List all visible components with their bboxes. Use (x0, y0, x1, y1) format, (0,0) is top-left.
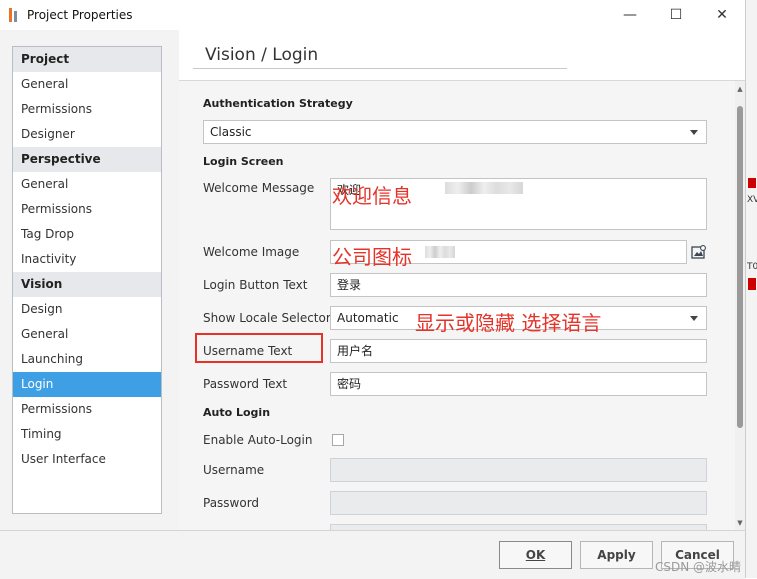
login-button-text-value: 登录 (337, 278, 362, 292)
minimize-button[interactable]: — (607, 0, 653, 30)
background-marker (748, 178, 756, 188)
sidebar-item-vision-timing[interactable]: Timing (13, 422, 161, 447)
content-area: Vision / Login Authentication Strategy C… (179, 30, 745, 531)
scroll-down-icon[interactable]: ▼ (735, 517, 745, 529)
enable-auto-login-label: Enable Auto-Login (203, 433, 313, 447)
password-text-label: Password Text (203, 377, 288, 391)
image-picker-icon[interactable] (691, 244, 707, 260)
sidebar-item-vision-design[interactable]: Design (13, 297, 161, 322)
title-divider (193, 68, 567, 69)
sidebar-item-vision-user-interface[interactable]: User Interface (13, 447, 161, 472)
title-bar: Project Properties — ☐ ✕ (0, 0, 745, 30)
username-label: Username (203, 463, 265, 477)
sidebar-item-perspective-inactivity[interactable]: Inactivity (13, 247, 161, 272)
background-text: XV (747, 195, 757, 205)
apply-button[interactable]: Apply (580, 541, 653, 569)
annotation-locale-selector: 显示或隐藏 选择语言 (415, 311, 602, 335)
app-icon (7, 8, 21, 22)
panel-scrollbar[interactable]: ▲ ▼ (735, 81, 745, 531)
password-text-value: 密码 (337, 377, 362, 391)
scroll-up-icon[interactable]: ▲ (735, 83, 745, 95)
group-authentication-strategy: Authentication Strategy (203, 97, 353, 110)
ok-button-label: OK (525, 548, 546, 562)
close-button[interactable]: ✕ (699, 0, 745, 30)
sidebar-item-perspective-tag-drop[interactable]: Tag Drop (13, 222, 161, 247)
sidebar-item-project-designer[interactable]: Designer (13, 122, 161, 147)
sidebar-item-project-general[interactable]: General (13, 72, 161, 97)
page-title: Vision / Login (205, 45, 319, 65)
password-text-field[interactable]: 密码 (330, 372, 707, 396)
group-auto-login: Auto Login (203, 406, 271, 419)
sidebar-item-vision-general[interactable]: General (13, 322, 161, 347)
auth-strategy-select[interactable]: Classic (203, 120, 707, 144)
welcome-image-label: Welcome Image (203, 245, 300, 259)
sidebar-section-vision: Vision (13, 272, 161, 297)
show-locale-selector-value: Automatic (337, 311, 399, 325)
scrollbar-thumb[interactable] (737, 106, 743, 428)
chevron-down-icon (690, 316, 698, 321)
login-button-text-field[interactable]: 登录 (330, 273, 707, 297)
username-field[interactable] (330, 458, 707, 482)
redacted-text (425, 246, 455, 258)
window-title: Project Properties (27, 8, 133, 22)
sidebar-section-project: Project (13, 47, 161, 72)
sidebar-item-vision-launching[interactable]: Launching (13, 347, 161, 372)
background-window-edge: XV T0 (745, 0, 757, 578)
background-text: T0 (747, 262, 757, 272)
sidebar-item-vision-permissions[interactable]: Permissions (13, 397, 161, 422)
background-marker (748, 278, 756, 290)
chevron-down-icon (690, 130, 698, 135)
group-login-screen: Login Screen (203, 155, 284, 168)
sidebar-item-perspective-permissions[interactable]: Permissions (13, 197, 161, 222)
dialog-footer: OK Apply Cancel (0, 530, 745, 579)
password-field[interactable] (330, 491, 707, 515)
welcome-message-label: Welcome Message (203, 181, 315, 195)
sidebar-item-project-permissions[interactable]: Permissions (13, 97, 161, 122)
username-text-value: 用户名 (337, 344, 374, 358)
password-label: Password (203, 496, 260, 510)
annotation-highlight-box (195, 333, 323, 363)
sidebar-item-perspective-general[interactable]: General (13, 172, 161, 197)
maximize-button[interactable]: ☐ (653, 0, 699, 30)
enable-auto-login-checkbox[interactable] (332, 434, 344, 446)
dialog-body: Project General Permissions Designer Per… (0, 30, 745, 579)
settings-panel: Authentication Strategy Classic Login Sc… (179, 80, 745, 531)
ok-button[interactable]: OK (499, 541, 572, 569)
auth-strategy-value: Classic (210, 125, 252, 139)
watermark: CSDN @波水晴 (655, 560, 742, 574)
annotation-welcome-message: 欢迎信息 (332, 184, 412, 208)
annotation-welcome-image: 公司图标 (332, 245, 412, 269)
apply-button-label: Apply (597, 548, 636, 562)
username-text-field[interactable]: 用户名 (330, 339, 707, 363)
settings-sidebar: Project General Permissions Designer Per… (12, 46, 162, 514)
redacted-text (445, 182, 523, 194)
show-locale-selector-label: Show Locale Selector (203, 311, 331, 325)
sidebar-item-vision-login[interactable]: Login (13, 372, 161, 397)
login-button-text-label: Login Button Text (203, 278, 308, 292)
sidebar-section-perspective: Perspective (13, 147, 161, 172)
